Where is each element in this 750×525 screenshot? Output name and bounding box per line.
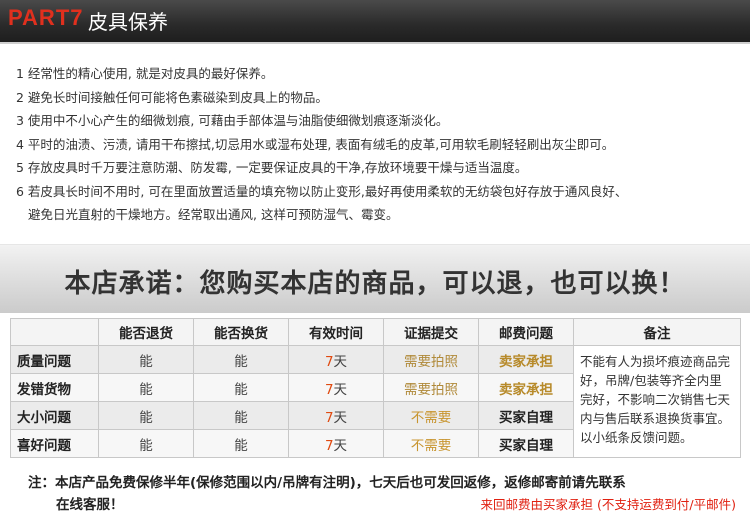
valid-time-cell: 7天 xyxy=(288,373,384,402)
days-number: 7 xyxy=(324,409,334,426)
days-number: 7 xyxy=(324,353,334,370)
days-number: 7 xyxy=(324,437,334,454)
exchange-cell: 能 xyxy=(193,429,289,458)
table-header: 证据提交 xyxy=(383,318,479,346)
days-unit: 天 xyxy=(333,409,348,426)
valid-time-cell: 7天 xyxy=(288,401,384,430)
exchange-cell: 能 xyxy=(193,373,289,402)
table-header: 能否换货 xyxy=(193,318,289,346)
days-number: 7 xyxy=(324,381,334,398)
valid-time-cell: 7天 xyxy=(288,429,384,458)
care-item: 4 平时的油渍、污渍, 请用干布擦拭,切忌用水或湿布处理, 表面有绒毛的皮革,可… xyxy=(16,136,615,152)
care-item: 3 使用中不小心产生的细微划痕, 可藉由手部体温与油脂使细微划痕逐渐淡化。 xyxy=(16,113,449,128)
exchange-cell: 能 xyxy=(193,345,289,374)
table-row: 质量问题 能 能 7天 需要拍照 卖家承担 不能有人为损坏痕迹商品完好，吊牌/包… xyxy=(10,345,741,458)
table-header: 有效时间 xyxy=(288,318,384,346)
fee-cell: 买家自理 xyxy=(478,429,574,458)
return-cell: 能 xyxy=(98,373,194,402)
return-cell: 能 xyxy=(98,401,194,430)
care-item: 2 避免长时间接触任何可能将色素磁染到皮具上的物品。 xyxy=(16,89,328,105)
section-header: PART7 皮具保养 xyxy=(0,0,750,44)
row-label: 质量问题 xyxy=(10,345,99,374)
care-item: 1 经常性的精心使用, 就是对皮具的最好保养。 xyxy=(16,66,274,81)
row-label: 发错货物 xyxy=(10,373,99,402)
table-header: 能否退货 xyxy=(98,318,194,346)
table-header xyxy=(10,318,99,346)
care-instructions: 1 经常性的精心使用, 就是对皮具的最好保养。 2 避免长时间接触任何可能将色素… xyxy=(16,62,736,227)
promise-text: 本店承诺：您购买本店的商品，可以退，也可以换！ xyxy=(64,269,686,299)
promise-banner: 本店承诺：您购买本店的商品，可以退，也可以换！ xyxy=(0,244,750,313)
proof-cell: 需要拍照 xyxy=(383,345,479,374)
table-header-row: 能否退货 能否换货 有效时间 证据提交 邮费问题 备注 xyxy=(10,318,741,346)
return-cell: 能 xyxy=(98,429,194,458)
table-header: 邮费问题 xyxy=(478,318,574,346)
section-title: 皮具保养 xyxy=(88,10,168,34)
fee-cell: 买家自理 xyxy=(478,401,574,430)
exchange-cell: 能 xyxy=(193,401,289,430)
valid-time-cell: 7天 xyxy=(288,345,384,374)
days-unit: 天 xyxy=(333,353,348,370)
return-cell: 能 xyxy=(98,345,194,374)
fee-cell: 卖家承担 xyxy=(478,373,574,402)
care-item: 6 若皮具长时间不用时, 可在里面放置适量的填充物以防止变形,最好再使用柔软的无… xyxy=(16,183,628,199)
proof-cell: 不需要 xyxy=(383,429,479,458)
note-cell: 不能有人为损坏痕迹商品完好，吊牌/包装等齐全内里完好，不影响二次销售七天内与售后… xyxy=(573,345,741,458)
warranty-line: 注：本店产品免费保修半年(保修范围以内/吊牌有注明)，七天后也可发回返修，返修邮… xyxy=(28,475,626,491)
proof-cell: 不需要 xyxy=(383,401,479,430)
shipping-footnote: 来回邮费由买家承担 (不支持运费到付/平邮件) xyxy=(480,497,736,512)
table-header: 备注 xyxy=(573,318,741,346)
row-label: 大小问题 xyxy=(10,401,99,430)
days-unit: 天 xyxy=(333,437,348,454)
return-policy-table: 能否退货 能否换货 有效时间 证据提交 邮费问题 备注 质量问题 能 能 7天 … xyxy=(10,318,741,458)
care-item: 5 存放皮具时千万要注意防潮、防发霉, 一定要保证皮具的干净,存放环境要干燥与适… xyxy=(16,160,528,175)
part-number: PART7 xyxy=(8,5,84,30)
proof-cell: 需要拍照 xyxy=(383,373,479,402)
care-item-continued: 避免日光直射的干燥地方。经常取出通风, 这样可预防湿气、霉变。 xyxy=(28,207,399,222)
fee-cell: 卖家承担 xyxy=(478,345,574,374)
days-unit: 天 xyxy=(333,381,348,398)
row-label: 喜好问题 xyxy=(10,429,99,458)
